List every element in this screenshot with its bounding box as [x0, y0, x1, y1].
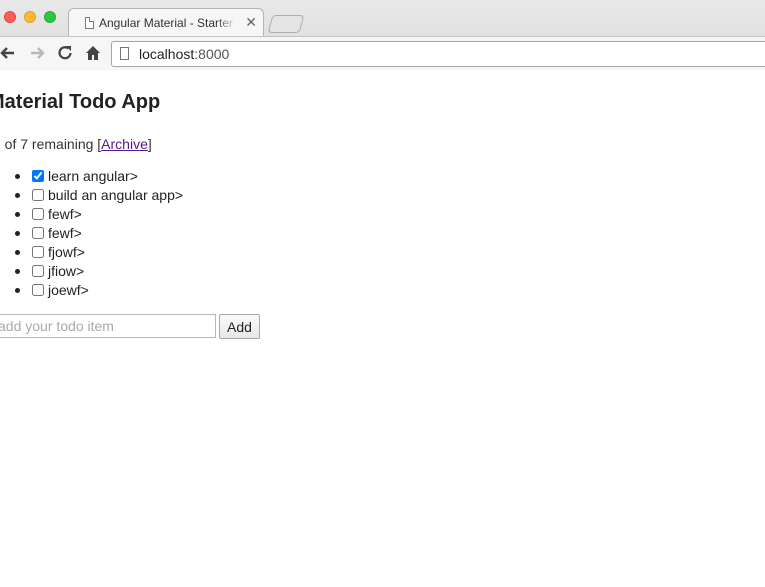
archive-link[interactable]: Archive: [101, 136, 148, 152]
page-icon: [120, 47, 129, 60]
bullet-icon: [15, 288, 20, 293]
browser-tab[interactable]: Angular Material - Starter App ✕: [68, 8, 264, 37]
bullet-icon: [15, 193, 20, 198]
bullet-icon: [15, 250, 20, 255]
browser-chrome: Angular Material - Starter App ✕ localho…: [0, 0, 765, 70]
todo-checkbox[interactable]: [32, 265, 44, 277]
todo-checkbox[interactable]: [32, 246, 44, 258]
todo-checkbox[interactable]: [32, 208, 44, 220]
todo-label: fewf>: [48, 225, 82, 241]
zoom-window-icon[interactable]: [44, 11, 56, 23]
todo-label: fewf>: [48, 206, 82, 222]
todo-label: fjowf>: [48, 244, 85, 260]
page-title: Material Todo App: [0, 91, 161, 113]
bullet-icon: [15, 231, 20, 236]
add-button[interactable]: Add: [219, 314, 260, 339]
remaining-suffix: ]: [147, 136, 152, 152]
todo-label: build an angular app>: [48, 187, 184, 203]
todo-checkbox[interactable]: [32, 189, 44, 201]
remaining-count-text: 1 of 7 remaining [: [0, 136, 102, 152]
minimize-window-icon[interactable]: [24, 11, 36, 23]
back-arrow-icon[interactable]: [0, 43, 18, 63]
bullet-icon: [15, 174, 20, 179]
todo-checkbox[interactable]: [32, 284, 44, 296]
todo-label: learn angular>: [48, 168, 138, 184]
home-icon[interactable]: [83, 43, 103, 63]
todo-label: joewf>: [48, 282, 89, 298]
bullet-icon: [15, 269, 20, 274]
new-tab-button[interactable]: [267, 15, 305, 33]
todo-input[interactable]: [0, 314, 216, 338]
page-icon: [85, 17, 94, 29]
url-host: localhost: [139, 46, 195, 62]
todo-label: jfiow>: [48, 263, 85, 279]
tab-close-icon[interactable]: ✕: [245, 14, 257, 30]
remaining-status: 1 of 7 remaining [Archive]: [0, 136, 152, 152]
tab-title: Angular Material - Starter App: [99, 16, 237, 30]
url-port: :8000: [194, 46, 230, 62]
url-text[interactable]: localhost:8000: [139, 46, 229, 62]
todo-checkbox[interactable]: [32, 170, 44, 182]
bullet-icon: [15, 212, 20, 217]
page-content: Material Todo App 1 of 7 remaining [Arch…: [0, 71, 765, 587]
todo-checkbox[interactable]: [32, 227, 44, 239]
forward-arrow-icon[interactable]: [27, 43, 47, 63]
tab-strip: Angular Material - Starter App ✕: [0, 0, 765, 37]
address-bar[interactable]: localhost:8000: [111, 41, 765, 67]
browser-toolbar: localhost:8000: [0, 36, 765, 70]
reload-icon[interactable]: [55, 43, 75, 63]
close-window-icon[interactable]: [4, 11, 16, 23]
